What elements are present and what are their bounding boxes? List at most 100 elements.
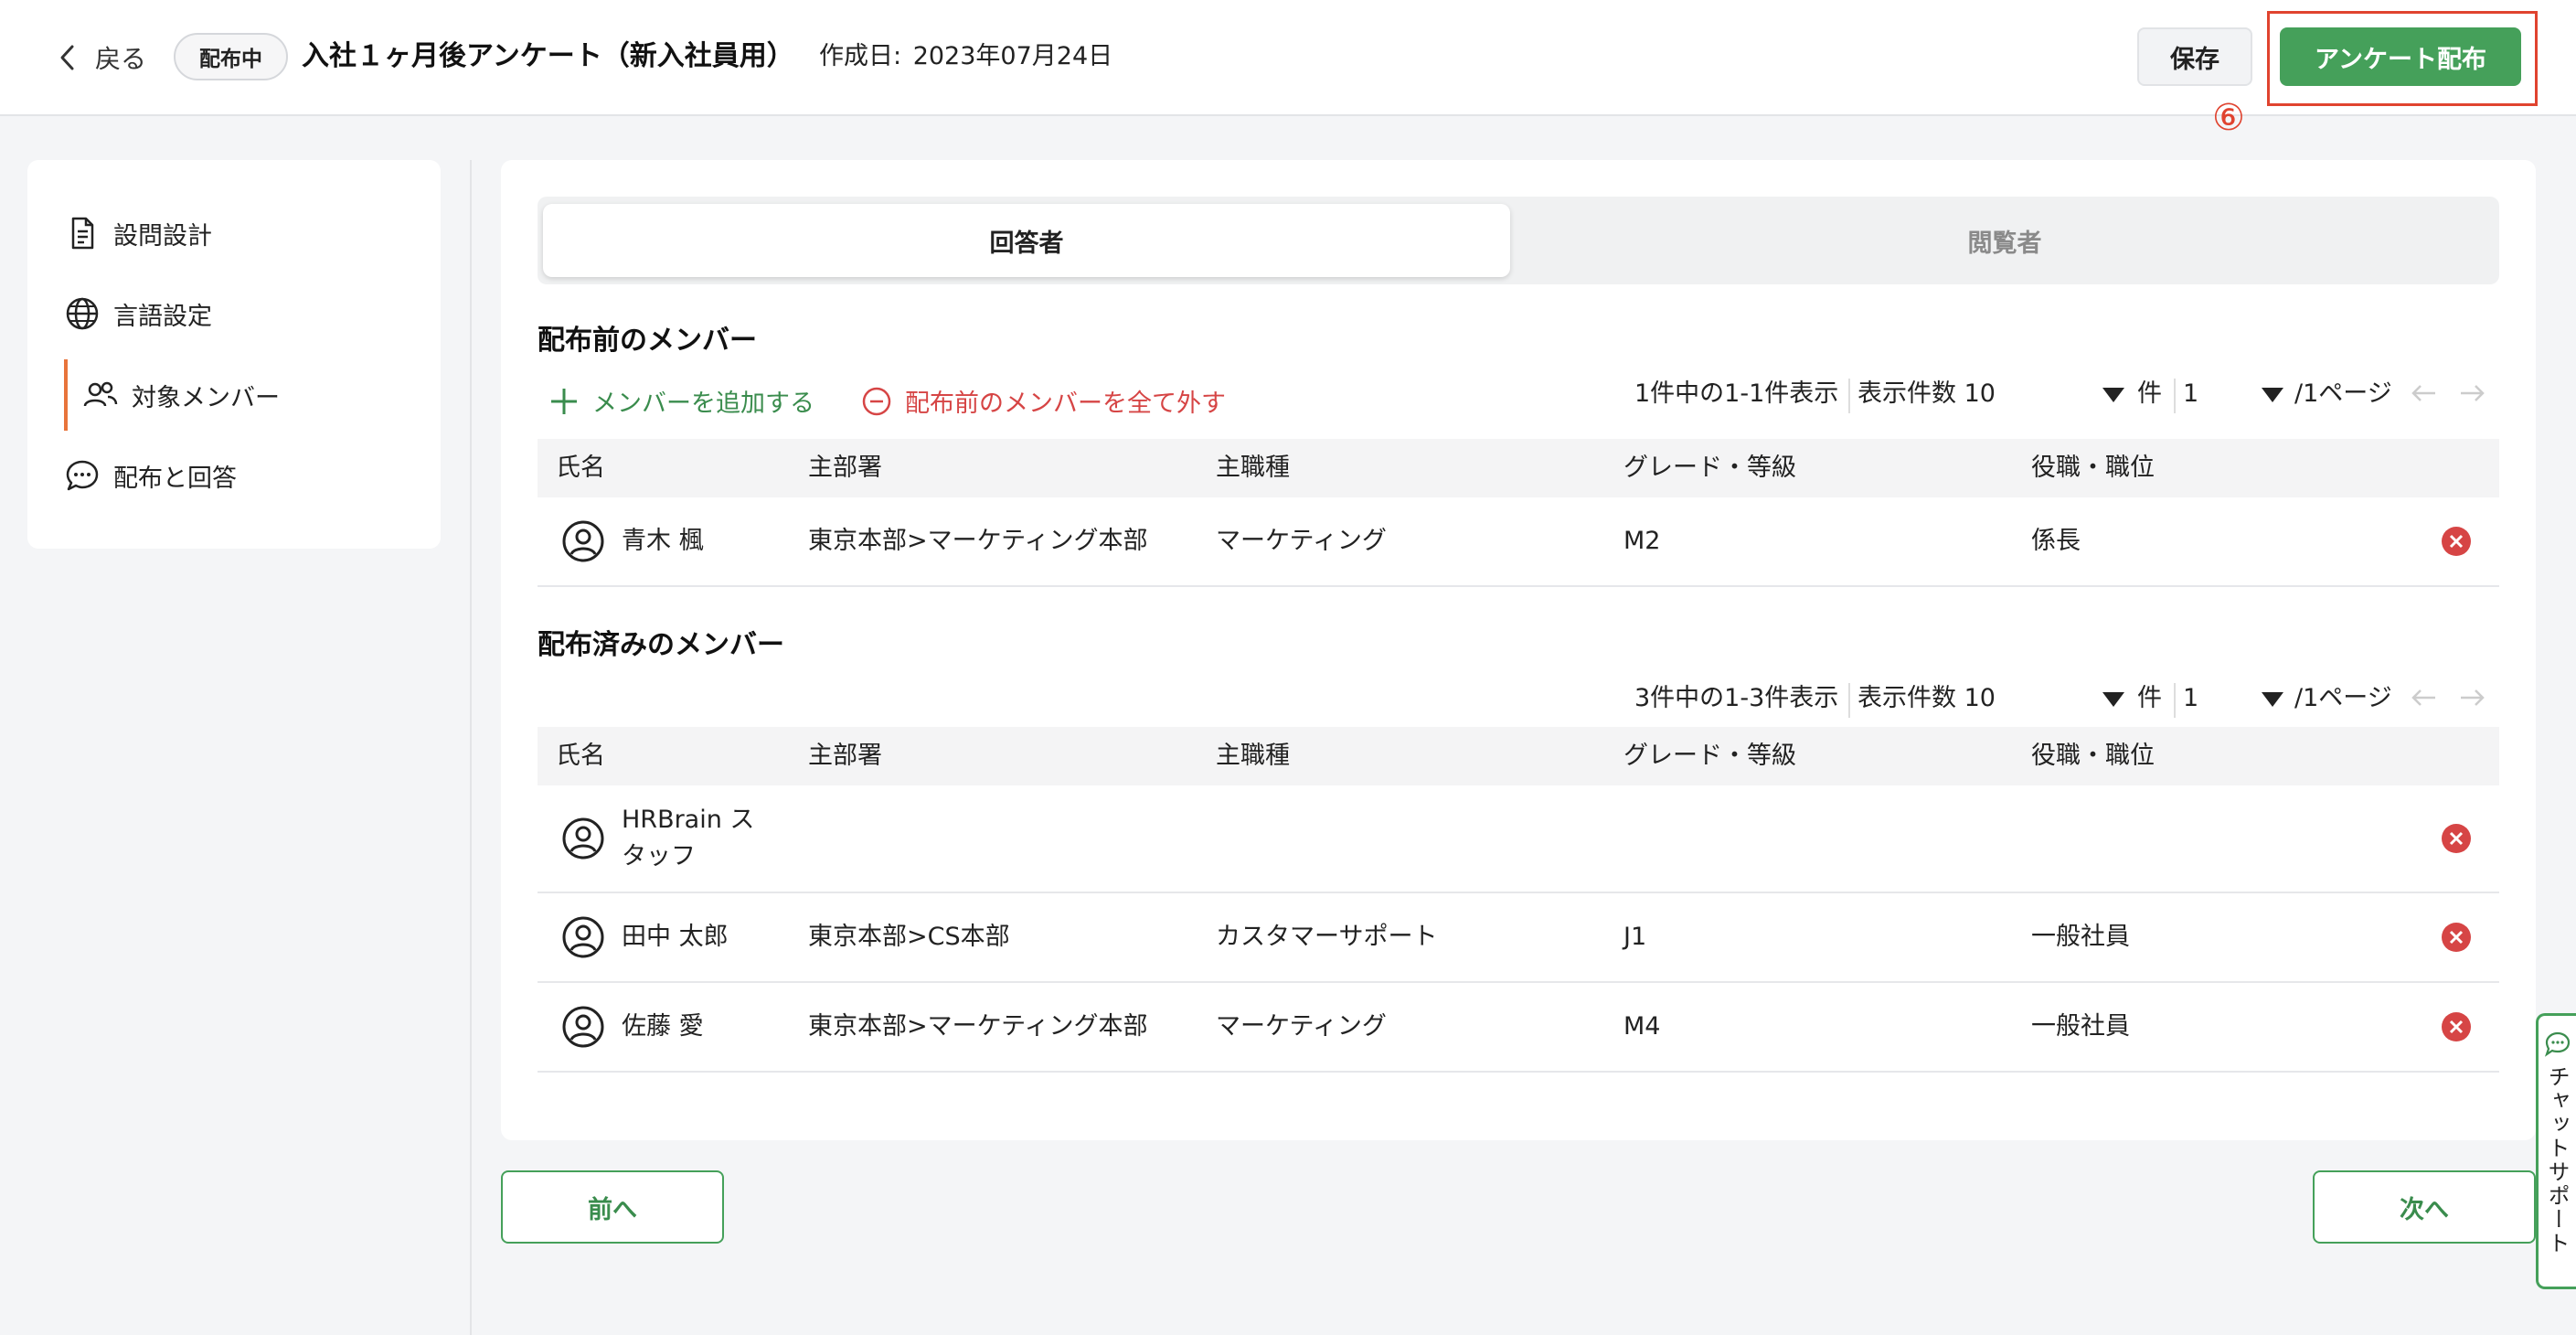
member-dept: 東京本部>マーケティング本部 <box>808 1012 1148 1041</box>
step-marker: ⑥ <box>2212 97 2245 139</box>
arrow-left-icon[interactable] <box>2408 377 2441 410</box>
created-label: 作成日: <box>819 42 902 70</box>
page-total: /1ページ <box>2294 379 2392 408</box>
col-name: 氏名 <box>556 742 605 770</box>
member-grade: M2 <box>1623 527 1661 555</box>
created-date: 作成日: 2023年07月24日 <box>815 35 1112 79</box>
pager-distributed: 3件中の1-3件表示 表示件数 10 件 1 /1ページ <box>501 678 2536 720</box>
section-title-pending: 配布前のメンバー <box>538 325 757 357</box>
divider <box>2174 683 2176 718</box>
caret-down-icon[interactable] <box>2262 388 2283 402</box>
pager-summary: 1件中の1-1件表示 <box>1634 379 1839 408</box>
active-indicator <box>64 359 68 431</box>
distributed-members-table: 氏名 主部署 主職種 グレード・等級 役職・職位 HRBrain スタッフ 田中… <box>538 727 2499 1073</box>
avatar-icon <box>562 817 604 860</box>
page-select[interactable]: 1 <box>2183 678 2198 720</box>
page-total: /1ページ <box>2294 684 2392 712</box>
sidebar-item-question-design[interactable]: 設問設計 <box>64 206 212 261</box>
prev-button[interactable]: 前へ <box>501 1170 724 1244</box>
per-page-unit: 件 <box>2137 684 2162 712</box>
col-grade: グレード・等級 <box>1623 454 1796 482</box>
remove-member-icon[interactable] <box>2441 823 2472 854</box>
remove-member-icon[interactable] <box>2441 526 2472 557</box>
arrow-right-icon[interactable] <box>2455 681 2488 714</box>
table-row: HRBrain スタッフ <box>538 785 2499 893</box>
sidebar-item-distribution[interactable]: 配布と回答 <box>64 448 237 503</box>
member-position: 一般社員 <box>2031 1012 2130 1041</box>
next-button[interactable]: 次へ <box>2313 1170 2536 1244</box>
divider <box>1848 379 1850 413</box>
table-row: 佐藤 愛 東京本部>マーケティング本部 マーケティング M4 一般社員 <box>538 983 2499 1073</box>
arrow-left-icon[interactable] <box>2408 681 2441 714</box>
col-name: 氏名 <box>556 454 605 482</box>
caret-down-icon[interactable] <box>2102 388 2124 402</box>
chat-bubble-icon <box>2544 1031 2570 1057</box>
member-grade: J1 <box>1623 923 1647 951</box>
section-title-distributed: 配布済みのメンバー <box>538 629 784 661</box>
member-name: 佐藤 愛 <box>622 1012 704 1041</box>
tab-bar: 回答者 閲覧者 <box>538 197 2499 284</box>
table-header: 氏名 主部署 主職種 グレード・等級 役職・職位 <box>538 727 2499 785</box>
table-row: 田中 太郎 東京本部>CS本部 カスタマーサポート J1 一般社員 <box>538 893 2499 983</box>
member-dept: 東京本部>CS本部 <box>808 923 1010 951</box>
col-dept: 主部署 <box>808 454 882 482</box>
per-page-unit: 件 <box>2137 379 2162 408</box>
sidebar-item-language[interactable]: 言語設定 <box>64 286 212 341</box>
page-select[interactable]: 1 <box>2183 373 2198 415</box>
col-position: 役職・職位 <box>2031 742 2155 770</box>
chat-bubble-icon <box>66 460 99 491</box>
chat-support-tab[interactable]: チャットサポート <box>2536 1013 2576 1289</box>
member-job: マーケティング <box>1216 527 1387 555</box>
created-value: 2023年07月24日 <box>912 42 1113 70</box>
save-button[interactable]: 保存 <box>2137 27 2252 86</box>
users-icon <box>83 381 118 407</box>
col-grade: グレード・等級 <box>1623 742 1796 770</box>
document-icon <box>71 217 94 250</box>
caret-down-icon[interactable] <box>2102 692 2124 707</box>
col-job: 主職種 <box>1216 454 1290 482</box>
sidebar: 設問設計 言語設定 対象メンバー 配布と回答 <box>27 160 441 549</box>
back-link[interactable]: 戻る <box>55 37 146 79</box>
sidebar-item-target-members[interactable]: 対象メンバー <box>82 368 280 422</box>
sidebar-item-label: 言語設定 <box>113 302 212 331</box>
col-position: 役職・職位 <box>2031 454 2155 482</box>
member-dept: 東京本部>マーケティング本部 <box>808 527 1148 555</box>
page-title: 入社１ヶ月後アンケート（新入社員用） <box>302 40 794 72</box>
member-name: HRBrain スタッフ <box>622 806 755 870</box>
top-header: 戻る 配布中 入社１ヶ月後アンケート（新入社員用） 作成日: 2023年07月2… <box>0 0 2576 116</box>
chat-support-label: チャットサポート <box>2544 1065 2570 1255</box>
main-card: 回答者 閲覧者 配布前のメンバー メンバーを追加する 配布前のメンバーを全て外す… <box>501 160 2536 1140</box>
arrow-right-icon[interactable] <box>2455 377 2488 410</box>
pager-pending: 1件中の1-1件表示 表示件数 10 件 1 /1ページ <box>501 373 2536 415</box>
caret-down-icon[interactable] <box>2262 692 2283 707</box>
member-job: マーケティング <box>1216 1012 1387 1041</box>
sidebar-item-label: 設問設計 <box>113 221 212 251</box>
sidebar-item-label: 対象メンバー <box>132 383 280 412</box>
distribute-survey-button[interactable]: アンケート配布 <box>2280 27 2521 86</box>
per-page-select[interactable]: 表示件数 10 <box>1857 678 1996 720</box>
divider <box>1848 683 1850 718</box>
col-dept: 主部署 <box>808 742 882 770</box>
member-job: カスタマーサポート <box>1216 923 1438 951</box>
member-grade: M4 <box>1623 1012 1661 1041</box>
table-row: 青木 楓 東京本部>マーケティング本部 マーケティング M2 係長 <box>538 497 2499 587</box>
pager-summary: 3件中の1-3件表示 <box>1634 684 1839 712</box>
table-header: 氏名 主部署 主職種 グレード・等級 役職・職位 <box>538 439 2499 497</box>
divider <box>2174 379 2176 413</box>
col-job: 主職種 <box>1216 742 1290 770</box>
avatar-icon <box>562 916 604 958</box>
status-badge: 配布中 <box>174 33 288 80</box>
member-position: 一般社員 <box>2031 923 2130 951</box>
remove-member-icon[interactable] <box>2441 922 2472 953</box>
member-name: 青木 楓 <box>622 527 704 555</box>
sidebar-item-label: 配布と回答 <box>113 464 237 493</box>
back-label: 戻る <box>95 44 147 74</box>
column-divider <box>470 160 472 1335</box>
chevron-left-icon <box>60 45 74 70</box>
tab-viewers[interactable]: 閲覧者 <box>1516 204 2494 277</box>
member-name: 田中 太郎 <box>622 923 729 951</box>
tab-respondents[interactable]: 回答者 <box>543 204 1510 277</box>
avatar-icon <box>562 520 604 562</box>
per-page-select[interactable]: 表示件数 10 <box>1857 373 1996 415</box>
remove-member-icon[interactable] <box>2441 1011 2472 1042</box>
